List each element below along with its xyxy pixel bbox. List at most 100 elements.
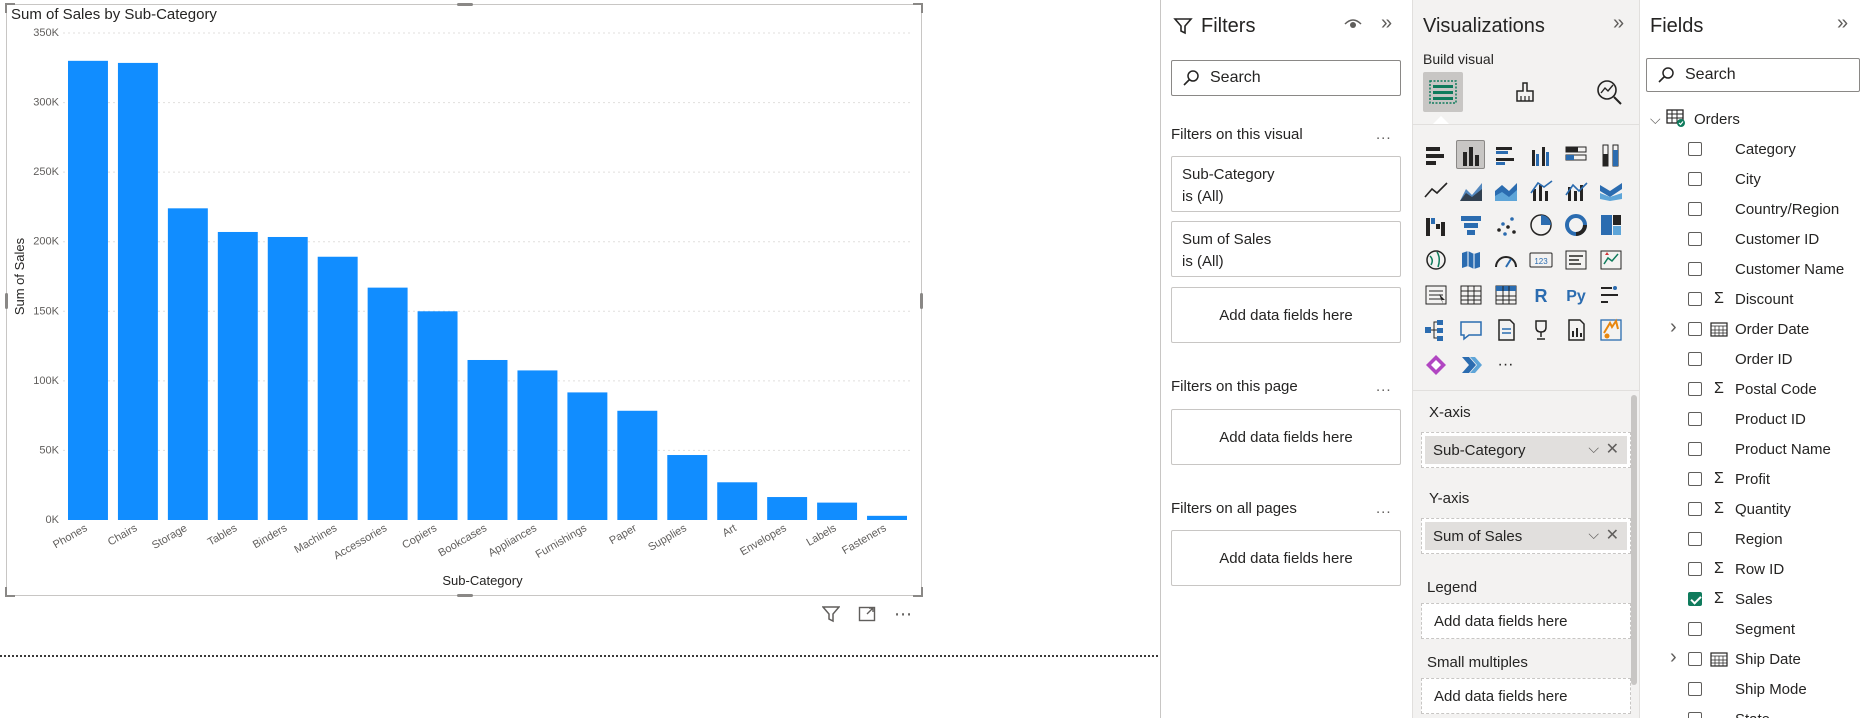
bar-art[interactable]	[717, 482, 758, 520]
filter-card-sub-category[interactable]: Sub-Category is (All)	[1171, 156, 1401, 212]
smart-narrative-icon[interactable]	[1491, 315, 1520, 344]
pie-chart-icon[interactable]	[1526, 210, 1555, 239]
filters-page-drop-zone[interactable]: Add data fields here	[1171, 409, 1401, 465]
y-axis-well[interactable]: Sum of Sales ⌵ ✕	[1421, 518, 1631, 554]
field-checkbox[interactable]	[1688, 442, 1702, 456]
field-checkbox[interactable]	[1688, 622, 1702, 636]
decomposition-tree-icon[interactable]	[1421, 315, 1450, 344]
gauge-icon[interactable]	[1491, 245, 1520, 274]
filled-map-icon[interactable]	[1456, 245, 1485, 274]
field-row-product-name[interactable]: Product Name	[1640, 434, 1863, 464]
field-checkbox[interactable]	[1688, 262, 1702, 276]
paginated-report-icon[interactable]	[1561, 315, 1590, 344]
bar-bookcases[interactable]	[467, 359, 508, 520]
ribbon-chart-icon[interactable]	[1596, 175, 1625, 204]
field-checkbox[interactable]	[1688, 292, 1702, 306]
clustered-column-chart-icon[interactable]	[1526, 140, 1555, 169]
scatter-chart-icon[interactable]	[1491, 210, 1520, 239]
eye-icon[interactable]	[1344, 17, 1362, 36]
collapse-fields-button[interactable]: »	[1837, 12, 1848, 35]
analytics-tab[interactable]	[1589, 72, 1629, 112]
100-stacked-column-chart-icon[interactable]	[1596, 140, 1625, 169]
key-influencers-icon[interactable]	[1596, 280, 1625, 309]
chevron-down-icon[interactable]: ⌵	[1588, 526, 1599, 543]
funnel-chart-icon[interactable]	[1456, 210, 1485, 239]
field-checkbox[interactable]	[1688, 562, 1702, 576]
filters-all-pages-drop-zone[interactable]: Add data fields here	[1171, 530, 1401, 586]
filter-card-sum-of-sales[interactable]: Sum of Sales is (All)	[1171, 221, 1401, 277]
remove-field-icon[interactable]: ✕	[1606, 525, 1619, 545]
python-visual-icon[interactable]: Py	[1561, 280, 1590, 309]
filters-visual-drop-zone[interactable]: Add data fields here	[1171, 287, 1401, 343]
visualizations-scrollbar[interactable]	[1631, 395, 1637, 685]
chevron-right-icon[interactable]: ›	[1670, 646, 1677, 669]
donut-chart-icon[interactable]	[1561, 210, 1590, 239]
focus-mode-icon[interactable]	[856, 603, 878, 625]
field-checkbox[interactable]	[1688, 532, 1702, 546]
field-row-segment[interactable]: Segment	[1640, 614, 1863, 644]
field-checkbox[interactable]	[1688, 712, 1702, 718]
field-row-order-date[interactable]: › Order Date	[1640, 314, 1863, 344]
bar-phones[interactable]	[67, 60, 108, 520]
more-visuals-button[interactable]: ···	[1491, 350, 1520, 379]
bar-labels[interactable]	[817, 502, 858, 520]
field-row-state[interactable]: State	[1640, 704, 1863, 718]
power-apps-icon[interactable]	[1421, 350, 1450, 379]
slicer-icon[interactable]	[1421, 280, 1450, 309]
chevron-down-icon[interactable]: ⌵	[1650, 111, 1666, 128]
field-checkbox[interactable]	[1688, 202, 1702, 216]
field-row-customer-id[interactable]: Customer ID	[1640, 224, 1863, 254]
x-axis-well[interactable]: Sub-Category ⌵ ✕	[1421, 432, 1631, 468]
kpi-icon[interactable]	[1596, 245, 1625, 274]
field-row-customer-name[interactable]: Customer Name	[1640, 254, 1863, 284]
field-checkbox[interactable]	[1688, 322, 1702, 336]
bar-accessories[interactable]	[367, 287, 408, 520]
report-canvas[interactable]: 0K 50K 100K 150K 200K 250K 300K 350K Phones Chair…	[0, 0, 1160, 718]
card-icon[interactable]: 123	[1526, 245, 1555, 274]
field-checkbox[interactable]	[1688, 502, 1702, 516]
area-chart-icon[interactable]	[1456, 175, 1485, 204]
clustered-bar-chart-icon[interactable]	[1491, 140, 1520, 169]
collapse-visualizations-button[interactable]: »	[1613, 12, 1624, 35]
field-row-quantity[interactable]: Σ Quantity	[1640, 494, 1863, 524]
field-checkbox[interactable]	[1688, 352, 1702, 366]
bar-storage[interactable]	[167, 208, 208, 520]
matrix-icon[interactable]	[1491, 280, 1520, 309]
filter-icon[interactable]	[820, 603, 842, 625]
format-visual-tab[interactable]	[1506, 72, 1546, 112]
field-row-order-id[interactable]: Order ID	[1640, 344, 1863, 374]
field-row-ship-date[interactable]: › Ship Date	[1640, 644, 1863, 674]
goals-icon[interactable]	[1526, 315, 1555, 344]
field-row-postal-code[interactable]: Σ Postal Code	[1640, 374, 1863, 404]
fields-search-input[interactable]: Search	[1646, 58, 1860, 92]
field-row-product-id[interactable]: Product ID	[1640, 404, 1863, 434]
field-checkbox[interactable]	[1688, 472, 1702, 486]
bar-fasteners[interactable]	[867, 515, 908, 520]
stacked-column-chart-icon[interactable]	[1456, 140, 1485, 169]
legend-well[interactable]: Add data fields here	[1421, 603, 1631, 639]
more-options-icon[interactable]: ⋯	[892, 603, 914, 625]
bar-furnishings[interactable]	[567, 392, 608, 520]
line-clustered-column-icon[interactable]	[1526, 175, 1555, 204]
collapse-filters-button[interactable]: »	[1381, 12, 1392, 35]
field-checkbox[interactable]	[1688, 232, 1702, 246]
field-row-sales[interactable]: Σ Sales	[1640, 584, 1863, 614]
field-row-ship-mode[interactable]: Ship Mode	[1640, 674, 1863, 704]
line-chart-icon[interactable]	[1421, 175, 1450, 204]
filters-on-all-pages-more-button[interactable]: ...	[1376, 500, 1392, 517]
bar-paper[interactable]	[617, 410, 658, 520]
power-automate-icon[interactable]	[1596, 315, 1625, 344]
small-multiples-well[interactable]: Add data fields here	[1421, 678, 1631, 714]
stacked-area-chart-icon[interactable]	[1491, 175, 1520, 204]
100-stacked-bar-chart-icon[interactable]	[1561, 140, 1590, 169]
field-checkbox[interactable]	[1688, 412, 1702, 426]
remove-field-icon[interactable]: ✕	[1606, 439, 1619, 459]
field-checkbox[interactable]	[1688, 382, 1702, 396]
clustered-column-chart-visual[interactable]: 0K 50K 100K 150K 200K 250K 300K 350K Phones Chair…	[5, 3, 923, 597]
y-axis-field-pill[interactable]: Sum of Sales ⌵ ✕	[1425, 522, 1627, 550]
field-row-city[interactable]: City	[1640, 164, 1863, 194]
field-row-country-region[interactable]: Country/Region	[1640, 194, 1863, 224]
chevron-down-icon[interactable]: ⌵	[1588, 440, 1599, 457]
stacked-bar-chart-icon[interactable]	[1421, 140, 1450, 169]
filters-search-input[interactable]: Search	[1171, 60, 1401, 96]
